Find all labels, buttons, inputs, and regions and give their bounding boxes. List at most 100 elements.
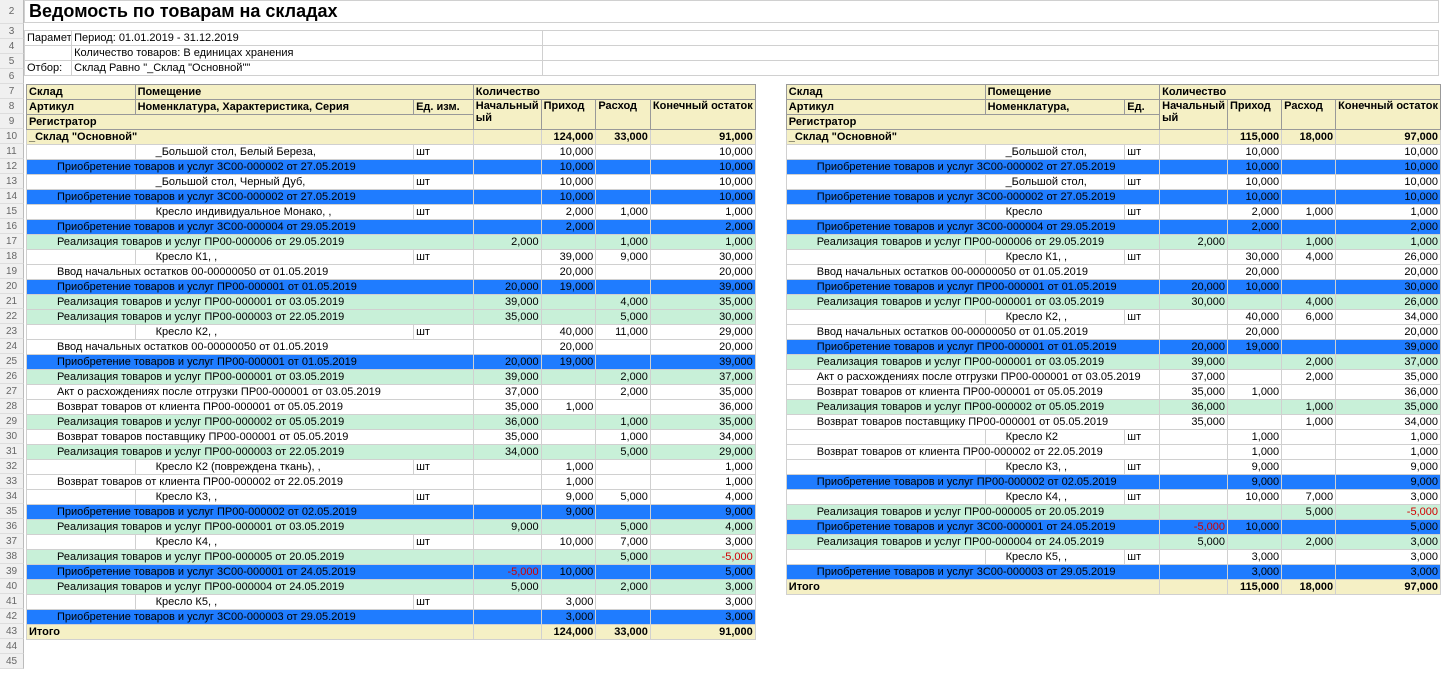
value-cell: 9,000 <box>1336 474 1441 489</box>
data-row: Кресло К2шт1,0001,000 <box>786 429 1440 444</box>
value-cell: 35,000 <box>650 384 755 399</box>
value-cell: 5,000 <box>596 489 651 504</box>
data-row: Креслошт2,0001,0001,000 <box>786 204 1440 219</box>
value-cell <box>1282 324 1336 339</box>
value-cell: 9,000 <box>473 519 541 534</box>
doc-name: Возврат товаров поставщику ПР00-000001 о… <box>27 429 474 444</box>
totals-row: Итого124,00033,00091,000 <box>27 624 756 639</box>
value-cell: 2,000 <box>1228 204 1282 219</box>
value-cell: 1,000 <box>650 234 755 249</box>
hdr-nomen: Номенклатура, Характеристика, Серия <box>135 99 414 114</box>
value-cell: 35,000 <box>1336 399 1441 414</box>
doc-name: Реализация товаров и услуг ПР00-000002 о… <box>786 399 1159 414</box>
value-cell <box>596 219 651 234</box>
value-cell: 20,000 <box>473 279 541 294</box>
doc-name: Реализация товаров и услуг ПР00-000003 о… <box>27 444 474 459</box>
value-cell <box>1160 429 1228 444</box>
hdr-end: Конечный остаток <box>650 99 755 129</box>
doc-name: Реализация товаров и услуг ПР00-000001 о… <box>27 294 474 309</box>
value-cell: 9,000 <box>541 489 596 504</box>
value-cell: 9,000 <box>1336 459 1441 474</box>
value-cell <box>596 459 651 474</box>
hdr-income: Приход <box>1228 99 1282 129</box>
value-cell: 30,000 <box>650 249 755 264</box>
item-name: Кресло К3, , <box>135 489 414 504</box>
value-cell <box>473 159 541 174</box>
value-cell: 1,000 <box>1282 234 1336 249</box>
data-row: Ввод начальных остатков 00-00000050 от 0… <box>786 264 1440 279</box>
value-cell <box>596 144 651 159</box>
hdr-expense: Расход <box>1282 99 1336 129</box>
value-cell: 10,000 <box>541 159 596 174</box>
value-cell <box>1282 459 1336 474</box>
value-cell <box>1160 249 1228 264</box>
grid: Ведомость по товарам на складах Параметр… <box>24 0 1441 669</box>
value-cell: 37,000 <box>1160 369 1228 384</box>
hdr-unit: Ед. изм. <box>414 99 474 114</box>
value-cell <box>473 264 541 279</box>
item-name: Кресло К3, , <box>985 459 1125 474</box>
data-row: Возврат товаров от клиента ПР00-000001 о… <box>27 399 756 414</box>
item-name: _Большой стол, Белый Береза, <box>135 144 414 159</box>
data-row: Приобретение товаров и услуг 3С00-000001… <box>27 564 756 579</box>
data-row: Возврат товаров от клиента ПР00-000002 о… <box>786 444 1440 459</box>
value-cell <box>1160 504 1228 519</box>
value-cell <box>473 594 541 609</box>
item-name: _Большой стол, <box>985 174 1125 189</box>
report-title: Ведомость по товарам на складах <box>25 1 1439 23</box>
value-cell <box>1160 204 1228 219</box>
item-name: _Большой стол, <box>985 144 1125 159</box>
value-cell <box>473 624 541 639</box>
doc-name: Приобретение товаров и услуг 3С00-000001… <box>27 564 474 579</box>
value-cell <box>541 369 596 384</box>
data-row: Возврат товаров поставщику ПР00-000001 о… <box>27 429 756 444</box>
params-label: Параметры: <box>25 31 72 46</box>
value-cell <box>1282 444 1336 459</box>
value-cell: 29,000 <box>650 324 755 339</box>
value-cell: 10,000 <box>1336 174 1441 189</box>
value-cell: 2,000 <box>473 234 541 249</box>
value-cell: 36,000 <box>650 399 755 414</box>
value-cell: 3,000 <box>1336 489 1441 504</box>
value-cell <box>1228 504 1282 519</box>
value-cell <box>473 504 541 519</box>
value-cell: 35,000 <box>473 399 541 414</box>
value-cell: 20,000 <box>1228 324 1282 339</box>
item-name: Кресло К2 (повреждена ткань), , <box>135 459 414 474</box>
value-cell: 5,000 <box>596 519 651 534</box>
value-cell: 20,000 <box>541 264 596 279</box>
value-cell: 39,000 <box>650 354 755 369</box>
value-cell: 1,000 <box>1228 444 1282 459</box>
qty-units: Количество товаров: В единицах хранения <box>72 46 543 61</box>
data-row: Кресло К5, ,шт3,0003,000 <box>27 594 756 609</box>
data-row: Реализация товаров и услуг ПР00-000006 о… <box>786 234 1440 249</box>
value-cell: 2,000 <box>541 219 596 234</box>
value-cell: 4,000 <box>1282 249 1336 264</box>
value-cell: 2,000 <box>1228 219 1282 234</box>
doc-name: Реализация товаров и услуг ПР00-000001 о… <box>786 294 1159 309</box>
doc-name: Реализация товаров и услуг ПР00-000004 о… <box>27 579 474 594</box>
data-row: Приобретение товаров и услуг 3С00-000003… <box>27 609 756 624</box>
value-cell: 1,000 <box>650 459 755 474</box>
data-row: Реализация товаров и услуг ПР00-000002 о… <box>27 414 756 429</box>
data-row: Приобретение товаров и услуг 3С00-000002… <box>27 189 756 204</box>
doc-name: Приобретение товаров и услуг 3С00-000003… <box>27 609 474 624</box>
value-cell: 1,000 <box>1336 234 1441 249</box>
value-cell: 1,000 <box>1336 444 1441 459</box>
data-row: Кресло К4, ,шт10,0007,0003,000 <box>27 534 756 549</box>
data-row: Реализация товаров и услуг ПР00-000001 о… <box>27 294 756 309</box>
data-row: Реализация товаров и услуг ПР00-000006 о… <box>27 234 756 249</box>
value-cell: 9,000 <box>1228 474 1282 489</box>
doc-name: Возврат товаров от клиента ПР00-000001 о… <box>27 399 474 414</box>
doc-name: Реализация товаров и услуг ПР00-000005 о… <box>27 549 474 564</box>
value-cell: 20,000 <box>1228 264 1282 279</box>
value-cell: 2,000 <box>650 219 755 234</box>
value-cell: 10,000 <box>541 144 596 159</box>
spreadsheet: 2345678910111213141516171819202122232425… <box>0 0 1441 669</box>
value-cell: 30,000 <box>1228 249 1282 264</box>
item-name: Кресло К2 <box>985 429 1125 444</box>
doc-name: Приобретение товаров и услуг ПР00-000001… <box>27 279 474 294</box>
value-cell: 2,000 <box>1282 354 1336 369</box>
value-cell <box>596 594 651 609</box>
value-cell <box>1282 519 1336 534</box>
